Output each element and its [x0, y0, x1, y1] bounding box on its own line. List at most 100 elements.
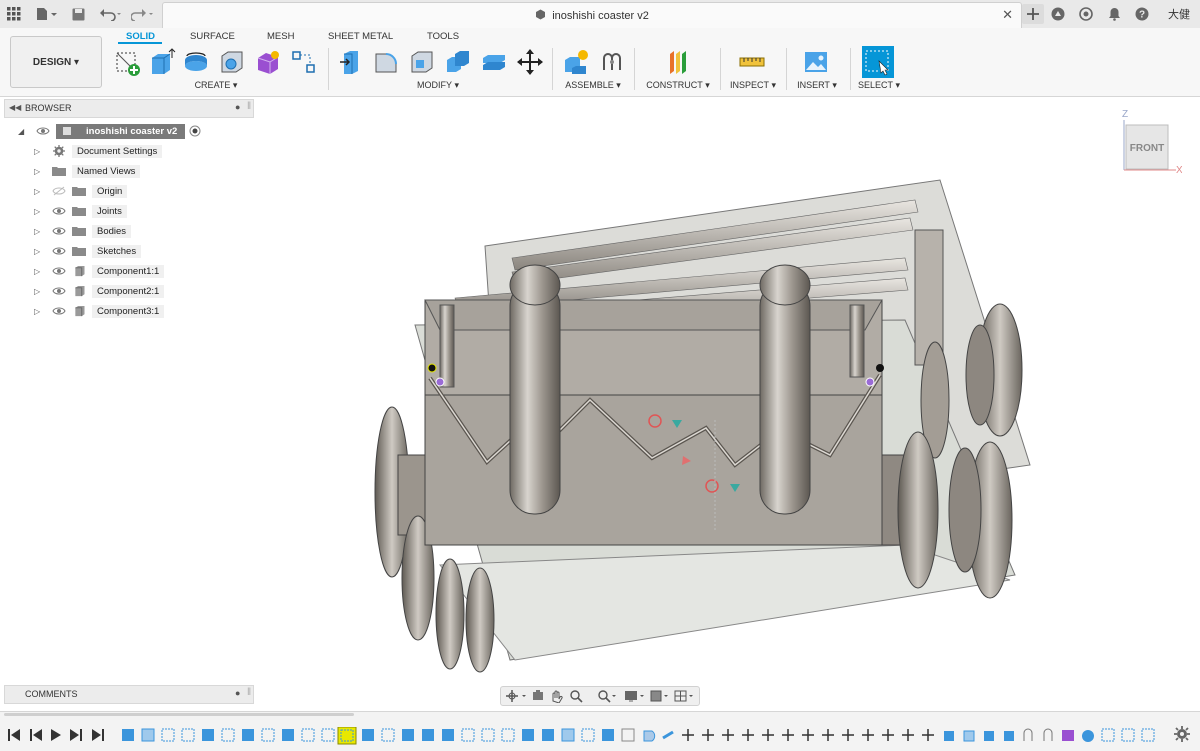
new-component-icon[interactable]	[562, 48, 590, 76]
construct-menu[interactable]: CONSTRUCT ▾	[642, 80, 714, 91]
browser-item-sketches[interactable]: ▷ Sketches	[34, 243, 142, 259]
fillet-icon[interactable]	[372, 48, 400, 76]
expand-caret-icon[interactable]: ▷	[34, 307, 42, 316]
notifications-bell-icon[interactable]	[1105, 4, 1123, 24]
tab-surface[interactable]: SURFACE	[190, 31, 235, 42]
timeline-settings-gear-icon[interactable]	[1174, 726, 1190, 742]
job-status-icon[interactable]	[1077, 4, 1095, 24]
undo-icon[interactable]	[98, 4, 124, 24]
zoom-icon[interactable]	[570, 690, 583, 703]
workspace-switcher-button[interactable]: DESIGN ▾	[10, 36, 102, 88]
expand-caret-icon[interactable]: ▷	[34, 207, 42, 216]
browser-header[interactable]: ◀◀ BROWSER ● ‖	[4, 99, 254, 118]
tab-solid[interactable]: SOLID	[126, 31, 155, 42]
extrude-icon[interactable]	[148, 48, 176, 76]
file-menu-icon[interactable]	[34, 4, 58, 24]
viewports-icon[interactable]	[674, 690, 693, 702]
browser-item-bodies[interactable]: ▷ Bodies	[34, 223, 132, 239]
display-settings-icon[interactable]	[625, 691, 644, 702]
user-account[interactable]: 大健	[1168, 6, 1190, 22]
browser-item-named-views[interactable]: ▷ Named Views	[34, 163, 141, 179]
activate-radio-icon[interactable]	[189, 125, 201, 137]
visibility-eye-icon[interactable]	[36, 126, 50, 136]
browser-item-document-settings[interactable]: ▷ Document Settings	[34, 143, 163, 159]
visibility-eye-icon[interactable]	[52, 246, 66, 256]
comments-panel[interactable]: COMMENTS ● ‖	[4, 685, 254, 704]
apps-grid-icon[interactable]	[6, 4, 22, 24]
assemble-menu[interactable]: ASSEMBLE ▾	[562, 80, 624, 91]
browser-item-component2[interactable]: ▷ Component2:1	[34, 283, 165, 299]
joint-icon[interactable]	[598, 48, 626, 76]
browser-item-origin[interactable]: ▷ Origin	[34, 183, 128, 199]
new-tab-icon[interactable]	[1022, 4, 1044, 24]
visibility-eye-icon[interactable]	[52, 226, 66, 236]
combine-icon[interactable]	[444, 48, 472, 76]
measure-icon[interactable]	[738, 48, 766, 76]
orbit-icon[interactable]	[506, 690, 526, 702]
expand-caret-icon[interactable]: ▷	[34, 227, 42, 236]
close-tab-icon[interactable]: ✕	[1002, 7, 1013, 23]
derive-icon[interactable]	[290, 48, 318, 76]
fit-view-icon[interactable]	[598, 690, 616, 703]
timeline-next-icon[interactable]	[70, 729, 82, 741]
collapse-panel-icon[interactable]: ◀◀	[9, 103, 21, 112]
tab-mesh[interactable]: MESH	[267, 31, 294, 42]
visibility-eye-icon[interactable]	[52, 266, 66, 276]
browser-root-row[interactable]: ◢ inoshishi coaster v2	[18, 123, 201, 139]
browser-item-component1[interactable]: ▷ Component1:1	[34, 263, 165, 279]
expand-caret-icon[interactable]: ▷	[34, 247, 42, 256]
hidden-eye-icon[interactable]	[52, 186, 66, 196]
document-tab[interactable]: inoshishi coaster v2 ✕	[162, 2, 1022, 29]
timeline-scrollbar[interactable]	[2, 712, 1198, 716]
expand-caret-icon[interactable]: ▷	[34, 267, 42, 276]
timeline-last-icon[interactable]	[92, 729, 104, 741]
hole-icon[interactable]	[218, 48, 246, 76]
modify-menu[interactable]: MODIFY ▾	[408, 80, 468, 91]
select-icon[interactable]	[862, 46, 894, 78]
timeline-feature-icon[interactable]	[122, 727, 1155, 745]
press-pull-icon[interactable]	[338, 48, 366, 76]
revolve-icon[interactable]	[182, 48, 210, 76]
help-icon[interactable]: ?	[1133, 4, 1151, 24]
visual-style-icon[interactable]	[650, 690, 668, 702]
redo-icon[interactable]	[130, 4, 156, 24]
select-menu[interactable]: SELECT ▾	[854, 80, 904, 91]
split-body-icon[interactable]	[480, 48, 508, 76]
browser-item-joints[interactable]: ▷ Joints	[34, 203, 127, 219]
model-viewport[interactable]	[254, 97, 1200, 709]
view-cube[interactable]: Z X FRONT	[1118, 105, 1182, 177]
move-copy-icon[interactable]	[516, 48, 544, 76]
expand-caret-icon[interactable]: ▷	[34, 187, 42, 196]
create-sketch-icon[interactable]	[114, 48, 142, 76]
visibility-eye-icon[interactable]	[52, 306, 66, 316]
look-at-icon[interactable]	[533, 690, 543, 700]
expand-caret-icon[interactable]: ▷	[34, 287, 42, 296]
pan-hand-icon[interactable]	[552, 690, 563, 703]
create-form-icon[interactable]	[254, 48, 282, 76]
visibility-eye-icon[interactable]	[52, 206, 66, 216]
extensions-icon[interactable]	[1049, 4, 1067, 24]
panel-resize-handle[interactable]: ‖	[247, 687, 251, 698]
insert-image-icon[interactable]	[802, 48, 830, 76]
add-comment-icon[interactable]: ●	[235, 688, 240, 698]
visibility-eye-icon[interactable]	[52, 286, 66, 296]
browser-root-label[interactable]: inoshishi coaster v2	[56, 123, 186, 139]
panel-resize-handle[interactable]: ‖	[247, 101, 251, 112]
create-menu[interactable]: CREATE ▾	[186, 80, 246, 91]
browser-options-icon[interactable]: ●	[235, 102, 240, 112]
timeline-play-icon[interactable]	[51, 729, 61, 741]
timeline-first-icon[interactable]	[8, 729, 20, 741]
timeline-previous-icon[interactable]	[30, 729, 42, 741]
shell-icon[interactable]	[408, 48, 436, 76]
save-icon[interactable]	[70, 4, 86, 24]
tab-sheet-metal[interactable]: SHEET METAL	[328, 31, 393, 42]
offset-plane-icon[interactable]	[664, 48, 692, 76]
timeline-features[interactable]	[118, 727, 1166, 745]
inspect-menu[interactable]: INSPECT ▾	[726, 80, 780, 91]
tab-tools[interactable]: TOOLS	[427, 31, 459, 42]
insert-menu[interactable]: INSERT ▾	[792, 80, 842, 91]
browser-item-component3[interactable]: ▷ Component3:1	[34, 303, 165, 319]
expand-caret-icon[interactable]: ◢	[18, 127, 26, 136]
expand-caret-icon[interactable]: ▷	[34, 167, 42, 176]
expand-caret-icon[interactable]: ▷	[34, 147, 42, 156]
